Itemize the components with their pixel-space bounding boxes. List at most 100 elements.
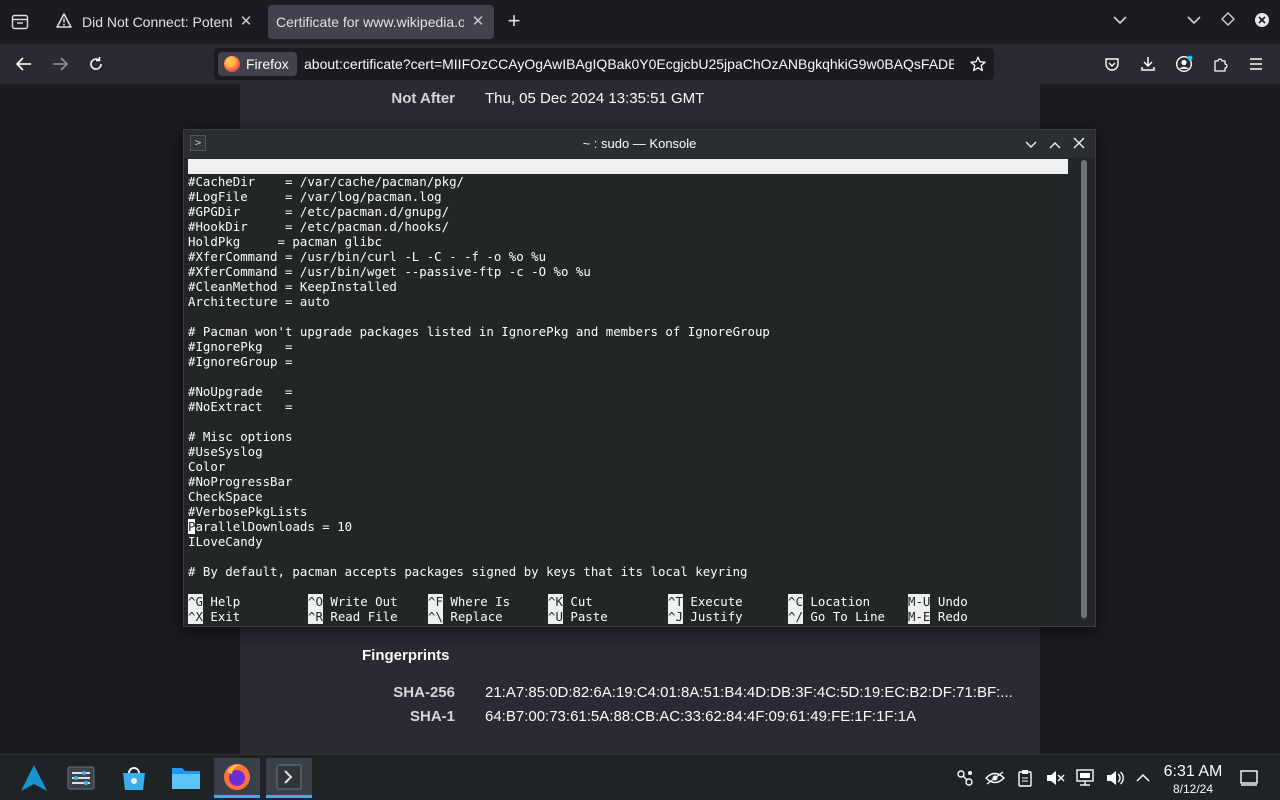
shortcut-key: M-E bbox=[908, 609, 931, 624]
nano-shortcut[interactable]: M-E Redo bbox=[908, 609, 968, 624]
shortcut-label: Write Out bbox=[330, 594, 398, 609]
editor-line[interactable]: #UseSyslog bbox=[188, 444, 263, 459]
tab-certificate[interactable]: Certificate for www.wikipedia.org ✕ bbox=[268, 5, 494, 39]
nano-shortcut[interactable]: ^F Where Is bbox=[428, 594, 510, 609]
shortcut-label: Undo bbox=[937, 594, 968, 609]
reload-icon[interactable] bbox=[84, 52, 108, 76]
editor-line[interactable]: #CleanMethod = KeepInstalled bbox=[188, 279, 397, 294]
editor-line[interactable]: #XferCommand = /usr/bin/curl -L -C - -f … bbox=[188, 249, 546, 264]
editor-line[interactable]: #XferCommand = /usr/bin/wget --passive-f… bbox=[188, 264, 591, 279]
nano-shortcut[interactable]: ^T Execute bbox=[668, 594, 743, 609]
editor-line[interactable]: #CacheDir = /var/cache/pacman/pkg/ bbox=[188, 174, 464, 189]
editor-line[interactable]: CheckSpace bbox=[188, 489, 263, 504]
editor-line[interactable]: #IgnoreGroup = bbox=[188, 354, 292, 369]
nano-shortcut[interactable]: ^X Exit bbox=[188, 609, 240, 624]
close-tab-icon[interactable]: ✕ bbox=[238, 14, 254, 30]
editor-line[interactable]: #NoProgressBar bbox=[188, 474, 292, 489]
speaker-icon[interactable] bbox=[1104, 768, 1126, 788]
konsole-window[interactable]: > ~ : sudo — Konsole GNU nano 8.1 /etc/p… bbox=[183, 129, 1096, 627]
identity-label: Firefox bbox=[246, 56, 289, 72]
editor-line[interactable]: HoldPkg = pacman glibc bbox=[188, 234, 382, 249]
scrollbar[interactable] bbox=[1081, 160, 1087, 620]
firefox-view-icon[interactable] bbox=[1110, 12, 1130, 32]
navigation-toolbar: Firefox about:certificate?cert=MIIFOzCCA… bbox=[0, 44, 1280, 84]
url-text[interactable]: about:certificate?cert=MIIFOzCCAyOgAwIBA… bbox=[304, 56, 954, 72]
extensions-icon[interactable] bbox=[1208, 52, 1232, 76]
editor-line[interactable]: # Misc options bbox=[188, 429, 292, 444]
sha1-value: 64:B7:00:73:61:5A:88:CB:AC:33:62:84:4F:0… bbox=[485, 708, 917, 725]
firefox-task-icon[interactable] bbox=[214, 758, 260, 798]
shortcut-spacer bbox=[930, 594, 937, 609]
editor-line[interactable]: #VerbosePkgLists bbox=[188, 504, 307, 519]
nano-shortcut[interactable]: ^/ Go To Line bbox=[788, 609, 885, 624]
shortcut-key: ^R bbox=[308, 609, 323, 624]
clock-time[interactable]: 6:31 AM bbox=[1158, 763, 1228, 781]
application-launcher-icon[interactable] bbox=[11, 758, 57, 798]
new-tab-button[interactable]: + bbox=[502, 10, 526, 34]
nano-shortcut[interactable]: ^\ Replace bbox=[428, 609, 503, 624]
scrollbar-thumb[interactable] bbox=[1081, 160, 1087, 618]
maximize-icon[interactable] bbox=[1046, 135, 1064, 153]
volume-muted-icon[interactable] bbox=[1044, 768, 1066, 788]
shortcut-key: ^T bbox=[668, 594, 683, 609]
editor-line[interactable]: Architecture = auto bbox=[188, 294, 330, 309]
tab-did-not-connect[interactable]: Did Not Connect: Potential Security Issu… bbox=[48, 5, 262, 39]
shortcut-key: ^C bbox=[788, 594, 803, 609]
tab-list-icon[interactable] bbox=[6, 10, 34, 34]
nano-shortcut[interactable]: ^K Cut bbox=[548, 594, 593, 609]
shortcut-key: ^X bbox=[188, 609, 203, 624]
eye-icon[interactable] bbox=[984, 768, 1006, 788]
clipboard-icon[interactable] bbox=[1014, 768, 1036, 788]
show-desktop-icon[interactable] bbox=[1238, 768, 1260, 788]
konsole-task-icon[interactable] bbox=[266, 758, 312, 798]
nano-shortcut[interactable]: ^U Paste bbox=[548, 609, 608, 624]
editor-line[interactable]: #NoExtract = bbox=[188, 399, 292, 414]
menu-icon[interactable] bbox=[1244, 52, 1268, 76]
shortcut-key: ^\ bbox=[428, 609, 443, 624]
url-bar[interactable]: Firefox about:certificate?cert=MIIFOzCCA… bbox=[214, 48, 994, 80]
bookmark-star-icon[interactable] bbox=[968, 54, 988, 74]
editor-line[interactable]: Color bbox=[188, 459, 225, 474]
account-icon[interactable] bbox=[1172, 52, 1196, 76]
downloads-icon[interactable] bbox=[1136, 52, 1160, 76]
editor-line[interactable]: ParallelDownloads = 10 bbox=[188, 519, 352, 534]
network-activity-icon[interactable] bbox=[954, 768, 976, 788]
editor-line-text: arallelDownloads = 10 bbox=[195, 519, 353, 534]
pocket-icon[interactable] bbox=[1100, 52, 1124, 76]
editor-line[interactable]: #IgnorePkg = bbox=[188, 339, 292, 354]
file-manager-icon[interactable] bbox=[163, 758, 209, 798]
system-settings-icon[interactable] bbox=[58, 758, 104, 798]
close-window-icon[interactable] bbox=[1252, 12, 1272, 32]
not-after-label: Not After bbox=[391, 90, 455, 107]
nano-shortcut[interactable]: ^O Write Out bbox=[308, 594, 398, 609]
editor-line[interactable]: #HookDir = /etc/pacman.d/hooks/ bbox=[188, 219, 449, 234]
editor-line[interactable]: # Pacman won't upgrade packages listed i… bbox=[188, 324, 770, 339]
editor-line[interactable]: # By default, pacman accepts packages si… bbox=[188, 564, 748, 579]
keep-above-icon[interactable] bbox=[1218, 12, 1238, 32]
terminal-area[interactable]: GNU nano 8.1 /etc/pacman.conf #CacheDir … bbox=[188, 158, 1068, 624]
wired-network-icon[interactable] bbox=[1074, 768, 1096, 788]
nano-shortcut[interactable]: M-U Undo bbox=[908, 594, 968, 609]
forward-arrow-icon[interactable] bbox=[48, 52, 72, 76]
konsole-titlebar[interactable]: > ~ : sudo — Konsole bbox=[184, 130, 1095, 158]
close-icon[interactable] bbox=[1070, 135, 1088, 153]
identity-badge[interactable]: Firefox bbox=[218, 52, 297, 76]
editor-line[interactable]: #GPGDir = /etc/pacman.d/gnupg/ bbox=[188, 204, 449, 219]
clock-date[interactable]: 8/12/24 bbox=[1158, 782, 1228, 796]
nano-header-bar: GNU nano 8.1 /etc/pacman.conf bbox=[188, 159, 1068, 204]
nano-shortcut[interactable]: ^R Read File bbox=[308, 609, 398, 624]
chevron-down-icon[interactable] bbox=[1184, 12, 1204, 32]
minimize-icon[interactable] bbox=[1022, 135, 1040, 153]
editor-line[interactable]: ILoveCandy bbox=[188, 534, 263, 549]
discover-store-icon[interactable] bbox=[111, 758, 157, 798]
nano-shortcut[interactable]: ^C Location bbox=[788, 594, 870, 609]
chevron-up-icon[interactable] bbox=[1132, 768, 1154, 788]
tab-strip: Did Not Connect: Potential Security Issu… bbox=[0, 0, 1280, 44]
back-arrow-icon[interactable] bbox=[12, 52, 36, 76]
editor-line[interactable]: #NoUpgrade = bbox=[188, 384, 292, 399]
nano-shortcut[interactable]: ^J Justify bbox=[668, 609, 743, 624]
nano-shortcut[interactable]: ^G Help bbox=[188, 594, 240, 609]
shortcut-key: ^J bbox=[668, 609, 683, 624]
editor-line[interactable]: #LogFile = /var/log/pacman.log bbox=[188, 189, 442, 204]
close-tab-icon[interactable]: ✕ bbox=[470, 14, 486, 30]
